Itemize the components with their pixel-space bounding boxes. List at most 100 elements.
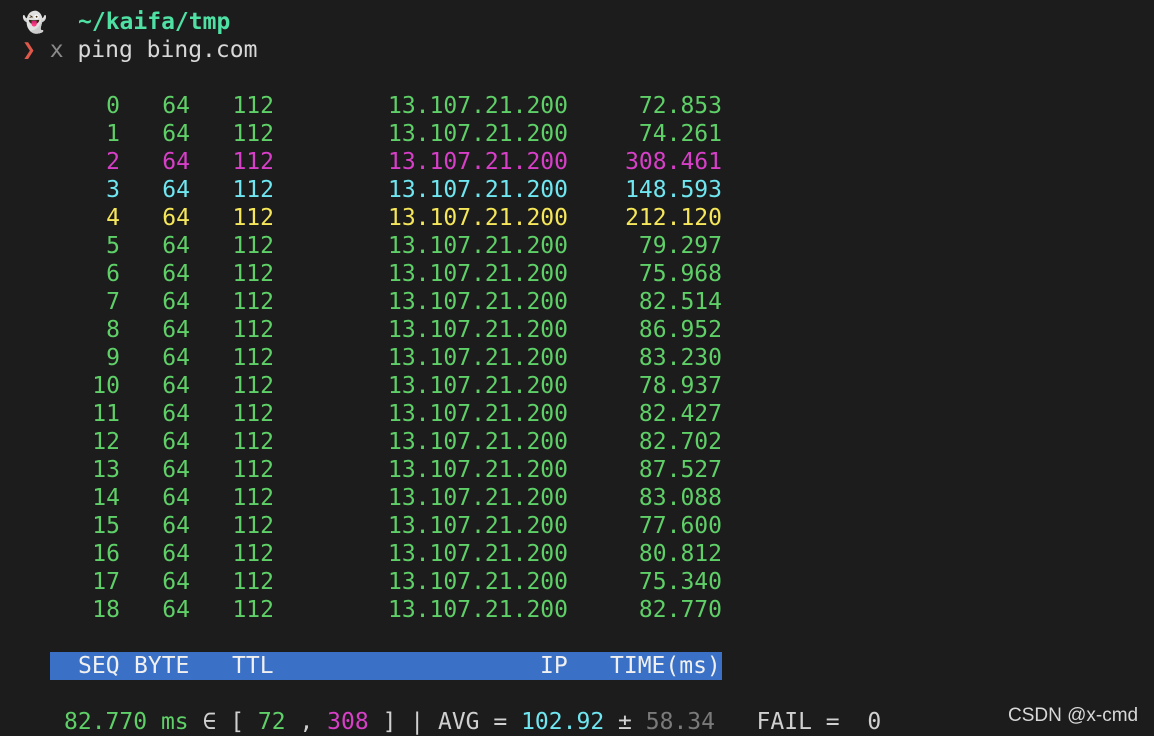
table-row: 8 64 112 13.107.21.200 86.952 [0, 316, 760, 344]
cell-ip: 13.107.21.200 [387, 541, 568, 567]
cell-time: 79.297 [638, 233, 722, 259]
table-header: SEQ BYTE TTL IP TIME(ms) [50, 652, 722, 680]
cell-ttl: 112 [232, 289, 274, 315]
cell-ttl: 112 [232, 485, 274, 511]
cell-seq: 4 [106, 205, 120, 231]
summary-max: 308 [327, 709, 369, 735]
cell-seq: 5 [106, 233, 120, 259]
cell-byte: 64 [162, 457, 190, 483]
cell-seq: 8 [106, 317, 120, 343]
summary-pm: ± [618, 709, 632, 735]
summary-last-value: 82.770 [64, 709, 148, 735]
cell-time: 74.261 [638, 121, 722, 147]
table-row: 12 64 112 13.107.21.200 82.702 [0, 428, 760, 456]
cell-byte: 64 [162, 345, 190, 371]
summary-unit: ms [160, 709, 189, 735]
cell-seq: 3 [106, 177, 120, 203]
cell-time: 78.937 [638, 373, 722, 399]
cell-byte: 64 [162, 429, 190, 455]
cell-seq: 6 [106, 261, 120, 287]
cell-ttl: 112 [232, 373, 274, 399]
cell-seq: 10 [92, 373, 120, 399]
summary-in-symbol: ∈ [202, 709, 217, 735]
cell-ttl: 112 [232, 149, 274, 175]
cell-seq: 18 [92, 597, 120, 623]
cell-seq: 17 [92, 569, 120, 595]
cell-seq: 0 [106, 93, 120, 119]
cell-ttl: 112 [232, 317, 274, 343]
table-row: 6 64 112 13.107.21.200 75.968 [0, 260, 760, 288]
cell-time: 80.812 [638, 541, 722, 567]
cell-byte: 64 [162, 289, 190, 315]
cell-ttl: 112 [232, 569, 274, 595]
summary-line: 82.770 ms ∈ [ 72 , 308 ] | AVG = 102.92 … [64, 709, 882, 735]
cell-ip: 13.107.21.200 [387, 569, 568, 595]
cell-ip: 13.107.21.200 [387, 513, 568, 539]
table-row: 14 64 112 13.107.21.200 83.088 [0, 484, 760, 512]
cell-time: 86.952 [638, 317, 722, 343]
cell-byte: 64 [162, 541, 190, 567]
table-row: 9 64 112 13.107.21.200 83.230 [0, 344, 760, 372]
table-row: 10 64 112 13.107.21.200 78.937 [0, 372, 760, 400]
table-row: 7 64 112 13.107.21.200 82.514 [0, 288, 760, 316]
summary-fail-label: FAIL = [756, 709, 840, 735]
cell-time: 72.853 [638, 93, 722, 119]
cell-ip: 13.107.21.200 [387, 93, 568, 119]
cell-ip: 13.107.21.200 [387, 597, 568, 623]
cell-ttl: 112 [232, 121, 274, 147]
cell-ttl: 112 [232, 597, 274, 623]
table-row: 13 64 112 13.107.21.200 87.527 [0, 456, 760, 484]
command-line: ❯ x ping bing.com [22, 36, 257, 64]
cell-ip: 13.107.21.200 [387, 401, 568, 427]
cell-seq: 9 [106, 345, 120, 371]
cell-byte: 64 [162, 373, 190, 399]
cell-ttl: 112 [232, 205, 274, 231]
cell-byte: 64 [162, 121, 190, 147]
table-row: 3 64 112 13.107.21.200 148.593 [0, 176, 760, 204]
cell-byte: 64 [162, 485, 190, 511]
prompt-chevron-icon: ❯ [22, 37, 36, 63]
table-row: 18 64 112 13.107.21.200 82.770 [0, 596, 760, 624]
cell-ip: 13.107.21.200 [387, 429, 568, 455]
cell-time: 82.427 [638, 401, 722, 427]
table-row: 11 64 112 13.107.21.200 82.427 [0, 400, 760, 428]
summary-min: 72 [257, 709, 286, 735]
cell-time: 75.968 [638, 261, 722, 287]
header-time: TIME(ms) [610, 653, 721, 679]
cell-ip: 13.107.21.200 [387, 205, 568, 231]
cell-time: 308.461 [625, 149, 722, 175]
cell-byte: 64 [162, 261, 190, 287]
summary-stddev: 58.34 [645, 709, 715, 735]
cell-seq: 1 [106, 121, 120, 147]
cell-time: 83.088 [638, 485, 722, 511]
cell-time: 82.702 [638, 429, 722, 455]
cell-time: 77.600 [638, 513, 722, 539]
cell-byte: 64 [162, 317, 190, 343]
cell-ttl: 112 [232, 457, 274, 483]
table-row: 17 64 112 13.107.21.200 75.340 [0, 568, 760, 596]
cell-seq: 15 [92, 513, 120, 539]
cell-time: 75.340 [638, 569, 722, 595]
cell-seq: 11 [92, 401, 120, 427]
table-row: 5 64 112 13.107.21.200 79.297 [0, 232, 760, 260]
cell-byte: 64 [162, 569, 190, 595]
table-row: 0 64 112 13.107.21.200 72.853 [0, 92, 760, 120]
summary-avg-label: AVG = [437, 709, 508, 735]
summary-avg: 102.92 [521, 709, 605, 735]
cell-time: 82.770 [638, 597, 722, 623]
cell-ip: 13.107.21.200 [387, 149, 568, 175]
cell-seq: 14 [92, 485, 120, 511]
cell-ttl: 112 [232, 541, 274, 567]
table-row: 1 64 112 13.107.21.200 74.261 [0, 120, 760, 148]
cell-ttl: 112 [232, 177, 274, 203]
cell-seq: 16 [92, 541, 120, 567]
cell-ip: 13.107.21.200 [387, 233, 568, 259]
cell-ip: 13.107.21.200 [387, 457, 568, 483]
cell-ttl: 112 [232, 429, 274, 455]
cell-byte: 64 [162, 93, 190, 119]
cell-seq: 13 [92, 457, 120, 483]
cell-time: 83.230 [638, 345, 722, 371]
cell-byte: 64 [162, 513, 190, 539]
command-text: ping bing.com [77, 37, 258, 63]
cell-ip: 13.107.21.200 [387, 121, 568, 147]
